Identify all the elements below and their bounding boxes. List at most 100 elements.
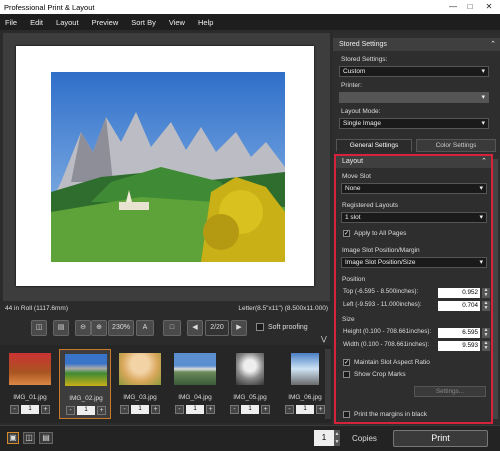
registered-layouts-select[interactable]: 1 slot	[341, 212, 487, 223]
left-label: Left (-9.593 - 11.000inches):	[343, 301, 422, 308]
zoom-select[interactable]: 230%	[108, 320, 134, 336]
menu-layout[interactable]: Layout	[56, 18, 79, 27]
left-spinner[interactable]: ▲ ▼	[482, 301, 490, 311]
maintain-aspect-checkbox[interactable]: ✓ Maintain Slot Aspect Ratio	[343, 359, 430, 366]
zoom-out-icon[interactable]: ⊖	[75, 320, 91, 336]
copies-input[interactable]: 1	[314, 430, 334, 446]
width-row: Width (0.100 - 708.661inches): 9.593 ▲ ▼	[343, 341, 493, 351]
position-label: Position	[342, 276, 366, 283]
filmstrip-scrollbar[interactable]	[325, 349, 331, 419]
top-row: Top (-6.595 - 8.500inches): 0.952 ▲ ▼	[343, 288, 493, 298]
layout-mode-select[interactable]: Single Image	[339, 118, 489, 129]
copy-count[interactable]: 1	[21, 404, 39, 414]
collapse-up-icon[interactable]: ⌃	[490, 38, 496, 51]
close-icon[interactable]: ✕	[482, 1, 496, 13]
thumbnail-item[interactable]: IMG_05.jpg -1 +	[224, 349, 276, 419]
soft-proofing-checkbox[interactable]	[256, 323, 264, 331]
settings-button[interactable]: Settings...	[414, 386, 486, 397]
thumbnail-name: IMG_01.jpg	[13, 394, 47, 401]
copy-count[interactable]: 1	[77, 405, 95, 415]
layout-header[interactable]: Layout ⌃	[336, 156, 491, 168]
preview-photo[interactable]	[51, 72, 285, 262]
top-spinner[interactable]: ▲ ▼	[482, 288, 490, 298]
minimize-icon[interactable]: —	[446, 1, 460, 13]
page-options-icon[interactable]: □	[163, 320, 181, 336]
decrement-button[interactable]: -	[120, 404, 129, 414]
height-input[interactable]: 6.595	[438, 328, 480, 338]
thumbnail-image	[119, 353, 161, 385]
soft-proofing-toggle[interactable]: Soft proofing	[256, 323, 308, 331]
apply-all-label: Apply to All Pages	[354, 230, 407, 237]
thumbnail-name: IMG_03.jpg	[123, 394, 157, 401]
stored-settings-select[interactable]: Custom	[339, 66, 489, 77]
collapse-icon[interactable]: ⋁	[321, 335, 327, 343]
thumbnail-item[interactable]: IMG_04.jpg -1 +	[169, 349, 221, 419]
check-icon: ✓	[343, 359, 350, 366]
menu-view[interactable]: View	[169, 18, 185, 27]
printer-label: Printer:	[341, 82, 362, 89]
decrement-button[interactable]: -	[10, 404, 19, 414]
top-input[interactable]: 0.952	[438, 288, 480, 298]
print-button[interactable]: Print	[393, 430, 488, 447]
stored-settings-header[interactable]: Stored Settings ⌃	[333, 38, 500, 51]
fit-page-icon[interactable]: ◫	[31, 320, 47, 336]
checkbox-box	[343, 411, 350, 418]
increment-button[interactable]: +	[261, 404, 270, 414]
menu-preview[interactable]: Preview	[92, 18, 119, 27]
height-label: Height (0.100 - 708.661inches):	[343, 328, 432, 335]
tab-general-settings[interactable]: General Settings	[336, 139, 412, 152]
copy-count[interactable]: 1	[241, 404, 259, 414]
panel-scrollbar[interactable]	[493, 159, 498, 419]
copies-spinner[interactable]: ▲ ▼	[334, 430, 340, 446]
decrement-button[interactable]: -	[285, 404, 294, 414]
menu-sort-by[interactable]: Sort By	[131, 18, 156, 27]
roll-info: 44 in Roll (1117.6mm)	[5, 305, 68, 312]
text-tool-icon[interactable]: A	[136, 320, 154, 336]
apply-all-checkbox[interactable]: ✓ Apply to All Pages	[343, 230, 406, 237]
height-spinner[interactable]: ▲ ▼	[482, 328, 490, 338]
increment-button[interactable]: +	[316, 404, 325, 414]
print-margins-label: Print the margins in black	[354, 411, 427, 418]
left-input[interactable]: 0.704	[438, 301, 480, 311]
menu-file[interactable]: File	[5, 18, 17, 27]
width-spinner[interactable]: ▲ ▼	[482, 341, 490, 351]
decrement-button[interactable]: -	[230, 404, 239, 414]
tab-color-settings[interactable]: Color Settings	[416, 139, 496, 152]
split-view-icon[interactable]: ◫	[23, 432, 35, 444]
maximize-icon[interactable]: □	[463, 1, 477, 13]
thumbnail-image	[65, 354, 107, 386]
preview-area	[3, 33, 330, 301]
maintain-aspect-label: Maintain Slot Aspect Ratio	[354, 359, 430, 366]
crop-marks-checkbox[interactable]: Show Crop Marks	[343, 371, 406, 378]
thumbnail-item-selected[interactable]: IMG_02.jpg -1 +	[59, 349, 111, 419]
thumbnail-item[interactable]: IMG_06.jpg -1 +	[279, 349, 331, 419]
layout-view-icon[interactable]: ▣	[7, 432, 19, 444]
list-view-icon[interactable]: ▤	[39, 432, 53, 444]
increment-button[interactable]: +	[206, 404, 215, 414]
printer-select[interactable]	[339, 92, 489, 103]
copies-label: Copies	[352, 434, 377, 443]
next-page-icon[interactable]: ▶	[231, 320, 247, 336]
paper-preview	[16, 46, 314, 286]
increment-button[interactable]: +	[151, 404, 160, 414]
print-margins-checkbox[interactable]: Print the margins in black	[343, 411, 427, 418]
move-slot-select[interactable]: None	[341, 183, 487, 194]
width-label: Width (0.100 - 708.661inches):	[343, 341, 430, 348]
prev-page-icon[interactable]: ◀	[187, 320, 203, 336]
decrement-button[interactable]: -	[66, 405, 75, 415]
thumbnail-item[interactable]: IMG_03.jpg -1 +	[114, 349, 166, 419]
menu-edit[interactable]: Edit	[30, 18, 43, 27]
fit-image-icon[interactable]: ▤	[53, 320, 69, 336]
increment-button[interactable]: +	[97, 405, 106, 415]
copy-count[interactable]: 1	[131, 404, 149, 414]
copy-count[interactable]: 1	[296, 404, 314, 414]
menu-help[interactable]: Help	[198, 18, 213, 27]
increment-button[interactable]: +	[41, 404, 50, 414]
width-input[interactable]: 9.593	[438, 341, 480, 351]
copy-count[interactable]: 1	[186, 404, 204, 414]
slot-position-select[interactable]: Image Slot Position/Size	[341, 257, 487, 268]
zoom-in-icon[interactable]: ⊕	[91, 320, 107, 336]
thumbnail-item[interactable]: IMG_01.jpg -1 +	[4, 349, 56, 419]
decrement-button[interactable]: -	[175, 404, 184, 414]
collapse-up-icon[interactable]: ⌃	[481, 156, 487, 168]
